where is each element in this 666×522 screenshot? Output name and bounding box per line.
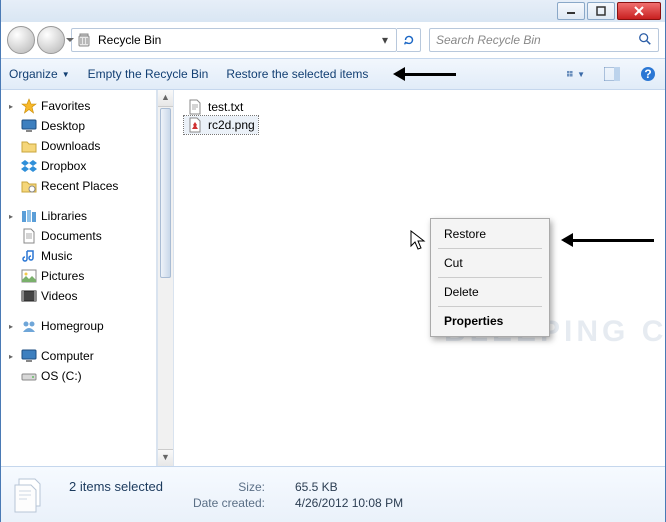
sidebar-item-documents[interactable]: Documents — [3, 226, 154, 246]
dropbox-icon — [21, 158, 37, 174]
context-separator — [438, 277, 542, 278]
preview-pane-button[interactable] — [603, 65, 621, 83]
sidebar-scrollbar[interactable]: ▲ ▼ — [157, 90, 174, 466]
minimize-button[interactable] — [557, 2, 585, 20]
sidebar-section-computer[interactable]: ▸ Computer — [3, 346, 154, 366]
homegroup-icon — [21, 318, 37, 334]
star-icon — [21, 98, 37, 114]
restore-selected-button[interactable]: Restore the selected items — [226, 67, 368, 81]
empty-recycle-bin-button[interactable]: Empty the Recycle Bin — [88, 67, 209, 81]
navigation-pane: ▸ Favorites Desktop Downloads Dropbox — [1, 90, 157, 466]
file-list-pane[interactable]: test.txt rc2d.png Bleeping Computer Rest… — [174, 90, 665, 466]
sidebar-section-homegroup[interactable]: ▸ Homegroup — [3, 316, 154, 336]
title-bar — [1, 0, 665, 22]
image-file-icon — [187, 117, 203, 133]
sidebar-item-desktop[interactable]: Desktop — [3, 116, 154, 136]
search-box[interactable]: Search Recycle Bin — [429, 28, 659, 52]
command-bar: Organize▼ Empty the Recycle Bin Restore … — [1, 58, 665, 90]
sidebar-item-pictures[interactable]: Pictures — [3, 266, 154, 286]
sidebar-section-favorites[interactable]: ▸ Favorites — [3, 96, 154, 116]
status-date-value: 4/26/2012 10:08 PM — [295, 496, 403, 510]
context-separator — [438, 248, 542, 249]
breadcrumb-text: Recycle Bin — [98, 33, 161, 47]
breadcrumb-dropdown[interactable]: ▾ — [378, 33, 392, 47]
sidebar-item-downloads[interactable]: Downloads — [3, 136, 154, 156]
sidebar-item-dropbox[interactable]: Dropbox — [3, 156, 154, 176]
recycle-bin-icon — [76, 32, 92, 48]
folder-icon — [21, 138, 37, 154]
refresh-button[interactable] — [397, 28, 421, 52]
annotation-arrow — [386, 68, 456, 80]
videos-icon — [21, 288, 37, 304]
maximize-button[interactable] — [587, 2, 615, 20]
context-cut[interactable]: Cut — [434, 251, 546, 275]
status-date-label: Date created: — [193, 496, 265, 510]
svg-text:?: ? — [644, 67, 651, 81]
close-button[interactable] — [617, 2, 661, 20]
context-separator — [438, 306, 542, 307]
file-item[interactable]: test.txt — [184, 98, 246, 116]
cursor-icon — [410, 230, 428, 252]
text-file-icon — [187, 99, 203, 115]
context-delete[interactable]: Delete — [434, 280, 546, 304]
file-item[interactable]: rc2d.png — [184, 116, 258, 134]
status-selection: 2 items selected — [69, 479, 163, 494]
organize-menu[interactable]: Organize▼ — [9, 67, 70, 81]
sidebar-item-videos[interactable]: Videos — [3, 286, 154, 306]
scroll-thumb[interactable] — [160, 108, 171, 278]
annotation-arrow — [554, 234, 654, 246]
desktop-icon — [21, 118, 37, 134]
file-name: test.txt — [208, 100, 243, 114]
forward-button[interactable] — [37, 26, 65, 54]
search-placeholder: Search Recycle Bin — [436, 33, 541, 47]
status-size-value: 65.5 KB — [295, 480, 403, 494]
drive-icon — [21, 368, 37, 384]
back-button[interactable] — [7, 26, 35, 54]
sidebar-item-os-c-drive[interactable]: OS (C:) — [3, 366, 154, 386]
explorer-body: ▸ Favorites Desktop Downloads Dropbox — [1, 90, 665, 466]
navigation-bar: Recycle Bin ▾ Search Recycle Bin — [1, 22, 665, 58]
sidebar-item-music[interactable]: Music — [3, 246, 154, 266]
pictures-icon — [21, 268, 37, 284]
scroll-down-button[interactable]: ▼ — [158, 449, 173, 466]
context-properties[interactable]: Properties — [434, 309, 546, 333]
music-icon — [21, 248, 37, 264]
search-icon — [638, 32, 652, 49]
explorer-window: Recycle Bin ▾ Search Recycle Bin Organiz… — [0, 0, 666, 522]
computer-icon — [21, 348, 37, 364]
nav-back-forward — [7, 26, 65, 54]
scroll-up-button[interactable]: ▲ — [158, 90, 173, 107]
file-name: rc2d.png — [208, 118, 255, 132]
details-pane: 2 items selected Size: 65.5 KB Date crea… — [1, 466, 665, 522]
libraries-icon — [21, 208, 37, 224]
context-menu: Restore Cut Delete Properties — [430, 218, 550, 337]
context-restore[interactable]: Restore — [434, 222, 546, 246]
help-button[interactable]: ? — [639, 65, 657, 83]
multi-file-icon — [13, 477, 55, 513]
sidebar-section-libraries[interactable]: ▸ Libraries — [3, 206, 154, 226]
status-size-label: Size: — [193, 480, 265, 494]
document-icon — [21, 228, 37, 244]
recent-places-icon — [21, 178, 37, 194]
view-options-button[interactable]: ▼ — [567, 65, 585, 83]
address-bar[interactable]: Recycle Bin ▾ — [71, 28, 397, 52]
sidebar-item-recent-places[interactable]: Recent Places — [3, 176, 154, 196]
